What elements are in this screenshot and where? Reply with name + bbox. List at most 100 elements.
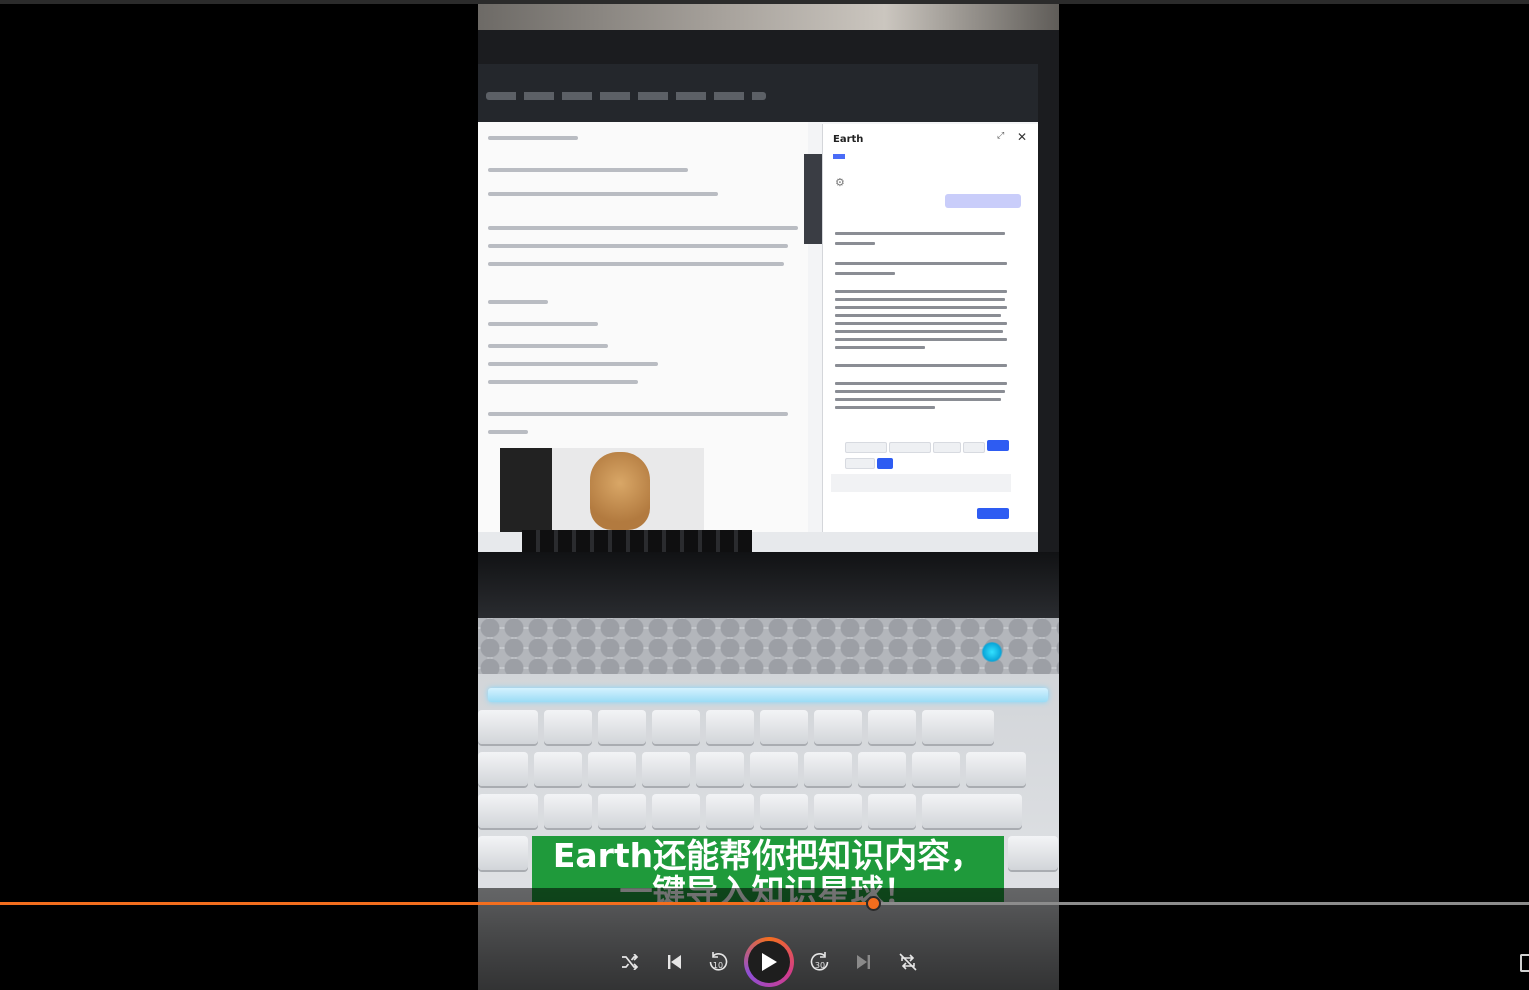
panel-active-tab (833, 154, 845, 159)
forward-30-button[interactable]: 30 (806, 948, 834, 976)
keyboard-key (706, 794, 754, 828)
doc-line (488, 244, 788, 248)
laptop-speaker-grille (478, 618, 1059, 674)
keyboard-key (912, 752, 960, 786)
keyboard-key (588, 752, 636, 786)
laptop-bezel: Earth ⤢ ✕ ⚙ (478, 30, 1059, 560)
keyboard-key (814, 710, 862, 744)
panel-chip (933, 442, 961, 453)
doc-dog-image (500, 448, 704, 534)
panel-text-line (835, 364, 1007, 367)
panel-text-line (835, 290, 1007, 293)
keyboard-key (478, 836, 528, 870)
panel-text-line (835, 232, 1005, 235)
captions-icon[interactable] (1520, 954, 1529, 972)
forward-30-label: 30 (815, 961, 825, 970)
panel-text-line (835, 382, 1007, 385)
keyboard-key (534, 752, 582, 786)
panel-chip (845, 442, 887, 453)
keyboard-key (706, 710, 754, 744)
panel-text-line (835, 390, 1005, 393)
shuffle-button[interactable] (616, 948, 644, 976)
keyboard-key (760, 710, 808, 744)
panel-text-line (835, 330, 1003, 333)
keyboard-key (598, 710, 646, 744)
rewind-10-label: 10 (713, 961, 723, 970)
keyboard-key (478, 794, 538, 828)
doc-line (488, 226, 798, 230)
keyboard-key (696, 752, 744, 786)
keyboard-key (804, 752, 852, 786)
laptop-deck-shadow (478, 552, 1059, 622)
repeat-off-button[interactable] (894, 948, 922, 976)
keyboard-key (478, 752, 528, 786)
skip-next-icon (857, 955, 870, 969)
panel-text-line (835, 398, 1001, 401)
doc-line (488, 430, 528, 434)
keyboard-key (750, 752, 798, 786)
panel-text-line (835, 242, 875, 245)
screen-browser-bar (478, 64, 1038, 122)
panel-text-line (835, 338, 1007, 341)
panel-text-line (835, 298, 1005, 301)
chat-bubble (945, 194, 1021, 208)
rewind-10-icon: 10 (709, 952, 728, 971)
keyboard-key (642, 752, 690, 786)
keyboard-key (544, 794, 592, 828)
doc-line (488, 380, 638, 384)
keyboard-key (652, 710, 700, 744)
laptop-screen: Earth ⤢ ✕ ⚙ (478, 64, 1038, 556)
laptop-hinge (522, 530, 752, 552)
keyboard-key (652, 794, 700, 828)
progress-thumb[interactable] (866, 896, 881, 911)
progress-fill (0, 902, 873, 905)
panel-chip-active (877, 458, 893, 469)
expand-icon: ⤢ (997, 131, 1005, 141)
doc-line (488, 262, 784, 266)
skip-previous-icon (668, 955, 681, 969)
keyboard-key (868, 794, 916, 828)
close-icon: ✕ (1017, 130, 1028, 144)
keyboard-key (868, 710, 916, 744)
rewind-10-button[interactable]: 10 (704, 948, 732, 976)
forward-30-icon: 30 (810, 952, 829, 971)
earth-side-panel: Earth ⤢ ✕ ⚙ (822, 124, 1038, 534)
keyboard-key (544, 710, 592, 744)
keyboard-backlight (488, 688, 1048, 702)
screen-tab-strip (486, 92, 766, 100)
keyboard-key (922, 794, 1022, 828)
panel-chip (889, 442, 931, 453)
doc-line (488, 412, 788, 416)
panel-text-line (835, 406, 935, 409)
earth-panel-title: Earth (833, 134, 864, 145)
keyboard-key (858, 752, 906, 786)
doc-line (488, 300, 548, 304)
subtitle-line-1: Earth还能帮你把知识内容， (552, 836, 984, 875)
gear-icon: ⚙ (835, 176, 845, 189)
previous-button[interactable] (660, 948, 688, 976)
panel-input-field (831, 474, 1011, 492)
panel-chip-active (987, 440, 1009, 451)
panel-submit-button (977, 508, 1009, 519)
next-button[interactable] (850, 948, 878, 976)
doc-line (488, 192, 718, 196)
keyboard-key (922, 710, 994, 744)
repeat-off-icon (899, 953, 917, 971)
panel-text-line (835, 306, 1007, 309)
doc-line (488, 168, 688, 172)
shuffle-icon (622, 954, 639, 970)
keyboard-key (814, 794, 862, 828)
play-button[interactable] (744, 937, 794, 987)
play-button-inner (748, 941, 790, 983)
dog-figure (590, 452, 650, 530)
panel-text-line (835, 346, 925, 349)
keyboard-key (1008, 836, 1058, 870)
panel-text-line (835, 272, 895, 275)
keyboard-key (760, 794, 808, 828)
video-frame[interactable]: Earth ⤢ ✕ ⚙ Earth还能帮你把知识内容， 一键导入知识星球！ (478, 4, 1059, 990)
keyboard-key (598, 794, 646, 828)
power-led-glow (981, 642, 1003, 662)
doc-line (488, 136, 578, 140)
keyboard-key (966, 752, 1026, 786)
panel-text-line (835, 322, 1007, 325)
